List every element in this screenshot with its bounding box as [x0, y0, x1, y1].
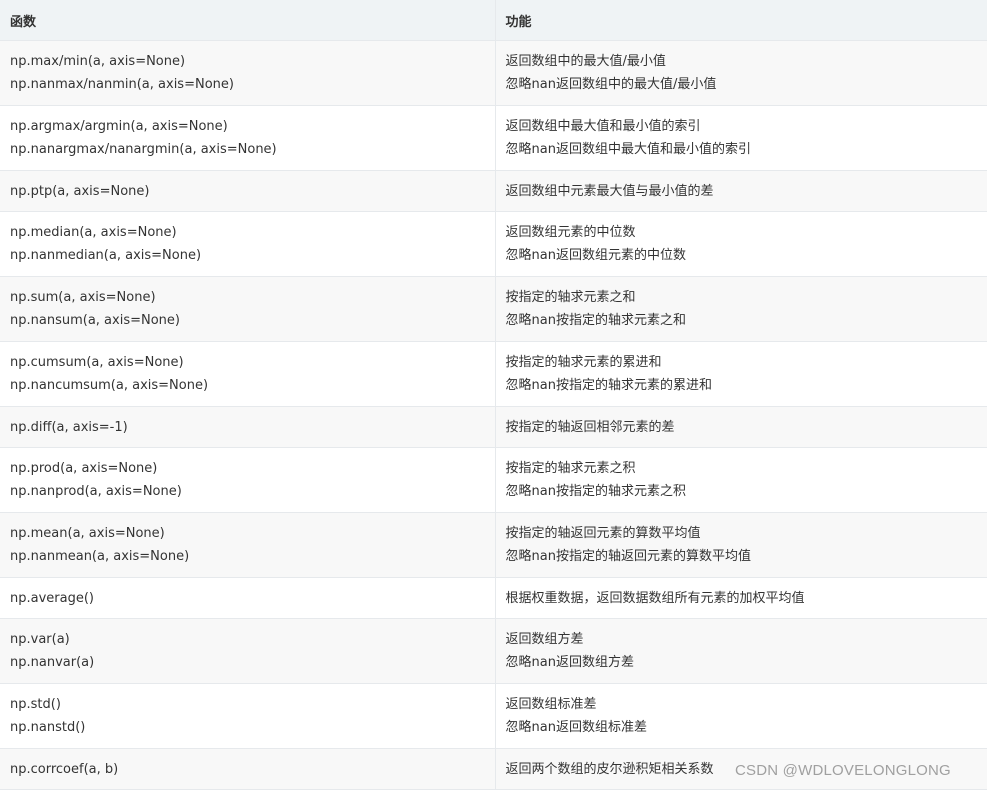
description-cell: 返回数组元素的中位数忽略nan返回数组元素的中位数	[494, 211, 987, 277]
function-description: 忽略nan返回数组中最大值和最小值的索引	[505, 142, 751, 157]
function-signature: np.nanmax/nanmin(a, axis=None)	[10, 77, 234, 92]
function-signature: np.sum(a, axis=None)	[10, 290, 156, 305]
function-signature: np.std()	[10, 697, 61, 712]
function-description: 按指定的轴求元素的累进和	[505, 355, 662, 370]
function-signature: np.mean(a, axis=None)	[10, 526, 165, 541]
header-description: 功能	[494, 0, 987, 41]
function-signature: np.var(a)	[10, 632, 70, 647]
function-signature: np.nanmean(a, axis=None)	[10, 549, 190, 564]
description-cell: 返回数组中最大值和最小值的索引忽略nan返回数组中最大值和最小值的索引	[494, 105, 987, 171]
table-row: np.mean(a, axis=None) np.nanmean(a, axis=…	[0, 512, 987, 578]
description-cell: 根据权重数据，返回数据数组所有元素的加权平均值	[494, 577, 987, 619]
function-description: 忽略nan按指定的轴求元素之和	[505, 313, 686, 328]
function-cell: np.average()	[0, 577, 495, 619]
header-function: 函数	[0, 0, 495, 41]
function-description: 按指定的轴返回相邻元素的差	[505, 419, 675, 435]
numpy-functions-table: 函数 功能 np.max/min(a, axis=None) np.nanmax/…	[0, 0, 987, 790]
function-description: 忽略nan按指定的轴求元素的累进和	[505, 378, 712, 393]
function-description: 忽略nan返回数组方差	[505, 655, 634, 670]
function-description: 忽略nan返回数组中的最大值/最小值	[505, 77, 717, 92]
function-signature: np.nanstd()	[10, 720, 86, 735]
function-description: 忽略nan按指定的轴求元素之积	[505, 484, 686, 499]
function-description: 忽略nan按指定的轴返回元素的算数平均值	[505, 549, 751, 564]
function-signature: np.diff(a, axis=-1)	[10, 419, 128, 435]
function-cell: np.cumsum(a, axis=None) np.nancumsum(a, a…	[0, 341, 495, 407]
function-signature: np.nanmedian(a, axis=None)	[10, 248, 202, 263]
function-signature: np.nancumsum(a, axis=None)	[10, 378, 209, 393]
function-description: 返回数组元素的中位数	[505, 225, 636, 240]
function-cell: np.diff(a, axis=-1)	[0, 406, 495, 448]
function-signature: np.average()	[10, 590, 94, 606]
function-cell: np.median(a, axis=None) np.nanmedian(a, a…	[0, 211, 495, 277]
function-signature: np.argmax/argmin(a, axis=None)	[10, 119, 228, 134]
table-row: np.var(a) np.nanvar(a) 返回数组方差忽略nan返回数组方差	[0, 618, 987, 684]
function-signature: np.max/min(a, axis=None)	[10, 54, 186, 69]
description-cell: 按指定的轴求元素的累进和忽略nan按指定的轴求元素的累进和	[494, 341, 987, 407]
function-description: 返回数组中元素最大值与最小值的差	[505, 183, 714, 199]
table-row: np.diff(a, axis=-1) 按指定的轴返回相邻元素的差	[0, 406, 987, 448]
description-cell: 返回数组方差忽略nan返回数组方差	[494, 618, 987, 684]
function-description: 返回数组中最大值和最小值的索引	[505, 119, 701, 134]
table-row: np.prod(a, axis=None) np.nanprod(a, axis=…	[0, 447, 987, 513]
function-signature: np.nanprod(a, axis=None)	[10, 484, 182, 499]
function-cell: np.sum(a, axis=None) np.nansum(a, axis=No…	[0, 276, 495, 342]
function-signature: np.nansum(a, axis=None)	[10, 313, 180, 328]
description-cell: 按指定的轴求元素之和忽略nan按指定的轴求元素之和	[494, 276, 987, 342]
watermark: CSDN @WDLOVELONGLONG	[735, 762, 951, 779]
description-cell: 返回数组中元素最大值与最小值的差	[494, 170, 987, 212]
function-cell: np.mean(a, axis=None) np.nanmean(a, axis=…	[0, 512, 495, 578]
table-row: np.argmax/argmin(a, axis=None) np.nanargm…	[0, 105, 987, 171]
table-row: np.sum(a, axis=None) np.nansum(a, axis=No…	[0, 276, 987, 342]
table-row: np.max/min(a, axis=None) np.nanmax/nanmin…	[0, 40, 987, 106]
function-signature: np.prod(a, axis=None)	[10, 461, 158, 476]
function-description: 忽略nan返回数组元素的中位数	[505, 248, 686, 263]
function-description: 根据权重数据，返回数据数组所有元素的加权平均值	[505, 590, 805, 606]
table-row: np.ptp(a, axis=None) 返回数组中元素最大值与最小值的差	[0, 170, 987, 212]
description-cell: 按指定的轴求元素之积忽略nan按指定的轴求元素之积	[494, 447, 987, 513]
table-body: np.max/min(a, axis=None) np.nanmax/nanmin…	[0, 40, 987, 790]
description-cell: 返回数组标准差忽略nan返回数组标准差	[494, 683, 987, 749]
function-description: 返回数组中的最大值/最小值	[505, 54, 666, 69]
function-signature: np.median(a, axis=None)	[10, 225, 177, 240]
function-cell: np.max/min(a, axis=None) np.nanmax/nanmin…	[0, 40, 495, 106]
function-cell: np.corrcoef(a, b)	[0, 748, 495, 790]
function-signature: np.corrcoef(a, b)	[10, 761, 119, 777]
function-signature: np.nanvar(a)	[10, 655, 95, 670]
function-description: 忽略nan返回数组标准差	[505, 720, 647, 735]
description-cell: 按指定的轴返回元素的算数平均值忽略nan按指定的轴返回元素的算数平均值	[494, 512, 987, 578]
function-cell: np.argmax/argmin(a, axis=None) np.nanargm…	[0, 105, 495, 171]
function-description: 返回数组方差	[505, 632, 584, 647]
function-cell: np.prod(a, axis=None) np.nanprod(a, axis=…	[0, 447, 495, 513]
function-cell: np.var(a) np.nanvar(a)	[0, 618, 495, 684]
table-header-row: 函数 功能	[0, 0, 987, 41]
description-cell: 返回数组中的最大值/最小值忽略nan返回数组中的最大值/最小值	[494, 40, 987, 106]
table-row: np.cumsum(a, axis=None) np.nancumsum(a, a…	[0, 341, 987, 407]
function-cell: np.ptp(a, axis=None)	[0, 170, 495, 212]
function-description: 返回数组标准差	[505, 697, 597, 712]
description-cell: 按指定的轴返回相邻元素的差	[494, 406, 987, 448]
function-signature: np.cumsum(a, axis=None)	[10, 355, 184, 370]
function-description: 按指定的轴求元素之和	[505, 290, 636, 305]
function-signature: np.nanargmax/nanargmin(a, axis=None)	[10, 142, 277, 157]
table-row: np.std() np.nanstd() 返回数组标准差忽略nan返回数组标准差	[0, 683, 987, 749]
table-row: np.median(a, axis=None) np.nanmedian(a, a…	[0, 211, 987, 277]
function-description: 按指定的轴求元素之积	[505, 461, 636, 476]
function-cell: np.std() np.nanstd()	[0, 683, 495, 749]
function-signature: np.ptp(a, axis=None)	[10, 183, 150, 199]
table-row: np.average() 根据权重数据，返回数据数组所有元素的加权平均值	[0, 577, 987, 619]
function-description: 按指定的轴返回元素的算数平均值	[505, 526, 701, 541]
